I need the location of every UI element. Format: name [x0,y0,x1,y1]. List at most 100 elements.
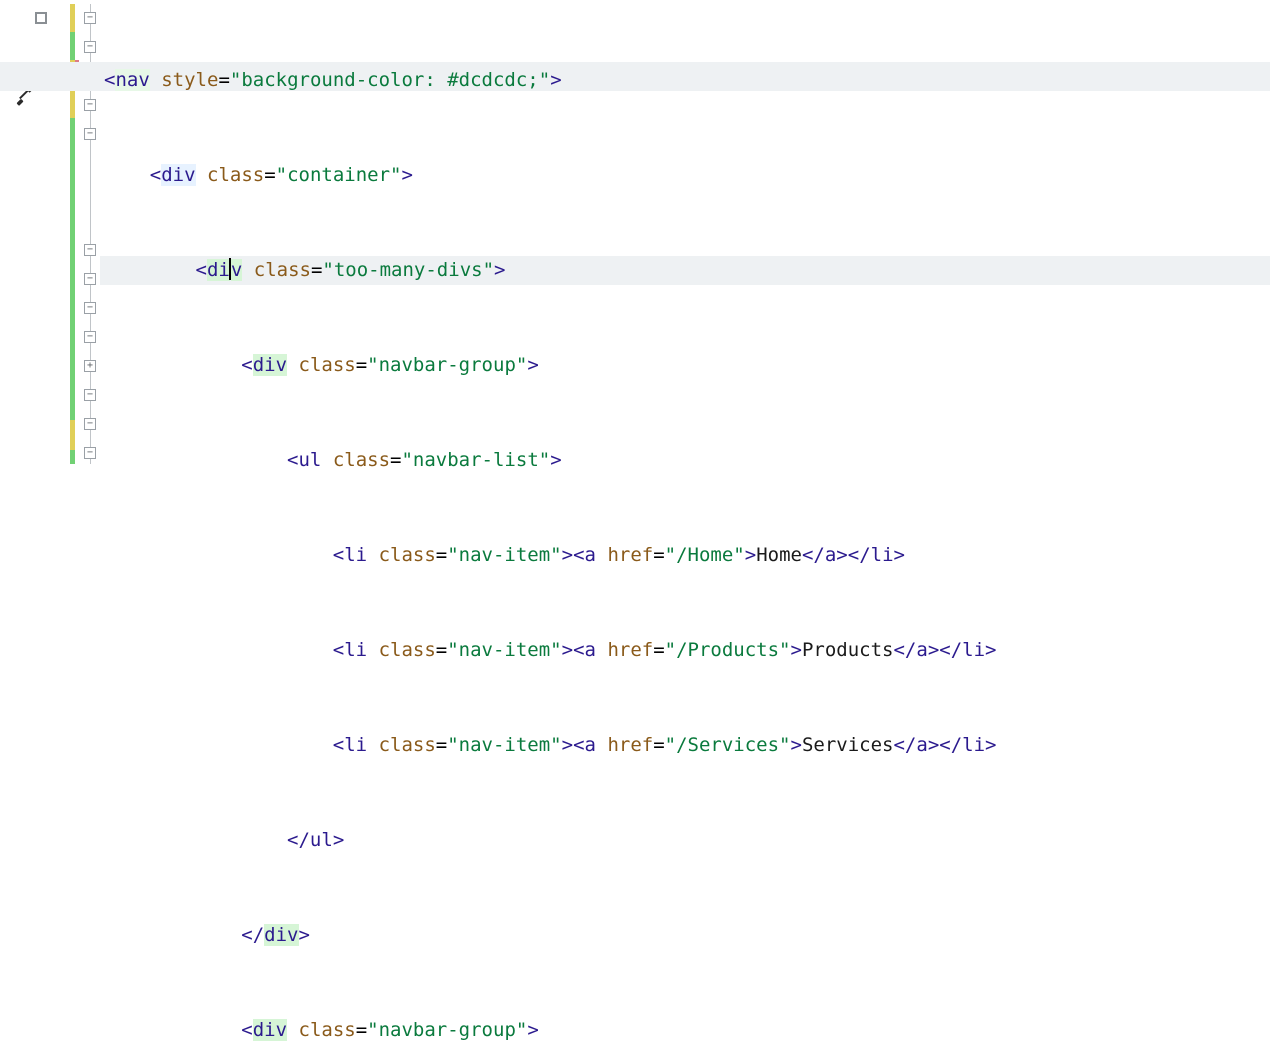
punct: > [928,639,939,661]
punct: > [985,639,996,661]
punct: > [527,354,538,376]
fold-minus-icon: − [87,274,93,284]
fold-minus-icon: − [87,100,93,110]
code-line-active[interactable]: <div class="too-many-divs"> [100,256,1270,285]
fold-toggle[interactable]: − [84,244,96,256]
eq: = [653,639,664,661]
code-line[interactable]: <li class="nav-item"><a href="/Home">Hom… [100,541,1270,570]
tag-name: di [207,259,230,281]
code-content[interactable]: <nav style="background-color: #dcdcdc;">… [100,0,1270,530]
punct: > [894,544,905,566]
attr-value: "too-many-divs" [322,259,494,281]
punct: > [527,1019,538,1041]
attr-value: "nav-item" [447,734,561,756]
tag-name: li [344,544,367,566]
punct: > [791,734,802,756]
code-line[interactable]: <div class="navbar-group"> [100,1016,1270,1045]
attr-value: "/Home" [665,544,745,566]
eq: = [218,69,229,91]
punct: </ [893,639,916,661]
punct: > [745,544,756,566]
fold-toggle[interactable]: − [84,418,96,430]
tag-name: a [585,544,596,566]
fold-minus-icon: − [87,303,93,313]
tag-name: ul [310,829,333,851]
fold-toggle[interactable]: − [84,99,96,111]
punct: < [104,69,115,91]
attr-name: class [299,1019,356,1041]
punct: < [241,1019,252,1041]
code-line[interactable]: <nav style="background-color: #dcdcdc;"> [100,66,1270,95]
punct: < [333,544,344,566]
tag-name: li [871,544,894,566]
eq: = [264,164,275,186]
fold-toggle[interactable]: − [84,389,96,401]
punct: </ [241,924,264,946]
code-line[interactable]: <li class="nav-item"><a href="/Products"… [100,636,1270,665]
attr-name: style [161,69,218,91]
attr-value: "navbar-group" [367,354,527,376]
fold-toggle[interactable]: − [84,12,96,24]
fold-toggle[interactable]: − [84,447,96,459]
punct: </ [848,544,871,566]
fold-toggle[interactable]: − [84,273,96,285]
fold-minus-icon: − [87,419,93,429]
eq: = [653,734,664,756]
tag-name: div [253,1019,287,1041]
attr-value: "background-color: #dcdcdc;" [230,69,550,91]
tag-name: div [253,354,287,376]
punct: > [836,544,847,566]
fold-toggle[interactable]: − [84,41,96,53]
attr-name: class [379,639,436,661]
fold-toggle[interactable]: − [84,128,96,140]
code-line[interactable]: <li class="nav-item"><a href="/Services"… [100,731,1270,760]
punct: > [928,734,939,756]
fold-plus-icon: + [87,361,93,371]
punct: </ [939,734,962,756]
fold-toggle[interactable]: + [84,360,96,372]
fold-toggle[interactable]: − [84,331,96,343]
text-content: Home [756,544,802,566]
punct: > [562,734,573,756]
attr-name: class [254,259,311,281]
fold-toggle[interactable]: − [84,302,96,314]
code-line[interactable]: </div> [100,921,1270,950]
attr-name: href [607,639,653,661]
attr-value: "nav-item" [447,544,561,566]
tag-name: li [344,639,367,661]
code-line[interactable]: </ul> [100,826,1270,855]
fold-minus-icon: − [87,129,93,139]
eq: = [436,639,447,661]
tag-name: li [344,734,367,756]
code-line[interactable]: <ul class="navbar-list"> [100,446,1270,475]
tag-name: a [916,639,927,661]
punct: </ [893,734,916,756]
tag-name: a [585,734,596,756]
punct: > [550,69,561,91]
code-line[interactable]: <div class="navbar-group"> [100,351,1270,380]
code-line[interactable]: <div class="container"> [100,161,1270,190]
fold-minus-icon: − [87,42,93,52]
eq: = [356,354,367,376]
punct: < [333,734,344,756]
attr-name: class [379,544,436,566]
tag-name: v [231,259,242,281]
attr-name: href [607,734,653,756]
punct: </ [287,829,310,851]
punct: < [573,639,584,661]
punct: > [299,924,310,946]
punct: < [573,544,584,566]
attr-name: class [379,734,436,756]
attr-name: class [333,449,390,471]
eq: = [356,1019,367,1041]
fold-minus-icon: − [87,448,93,458]
punct: > [333,829,344,851]
eq: = [436,544,447,566]
punct: </ [802,544,825,566]
tag-name: nav [115,69,149,91]
punct: < [333,639,344,661]
tag-name: ul [298,449,321,471]
code-editor: − − − − − − − − − + − − − <nav style="ba… [0,0,1270,530]
eq: = [653,544,664,566]
bookmark-icon[interactable] [35,12,47,24]
